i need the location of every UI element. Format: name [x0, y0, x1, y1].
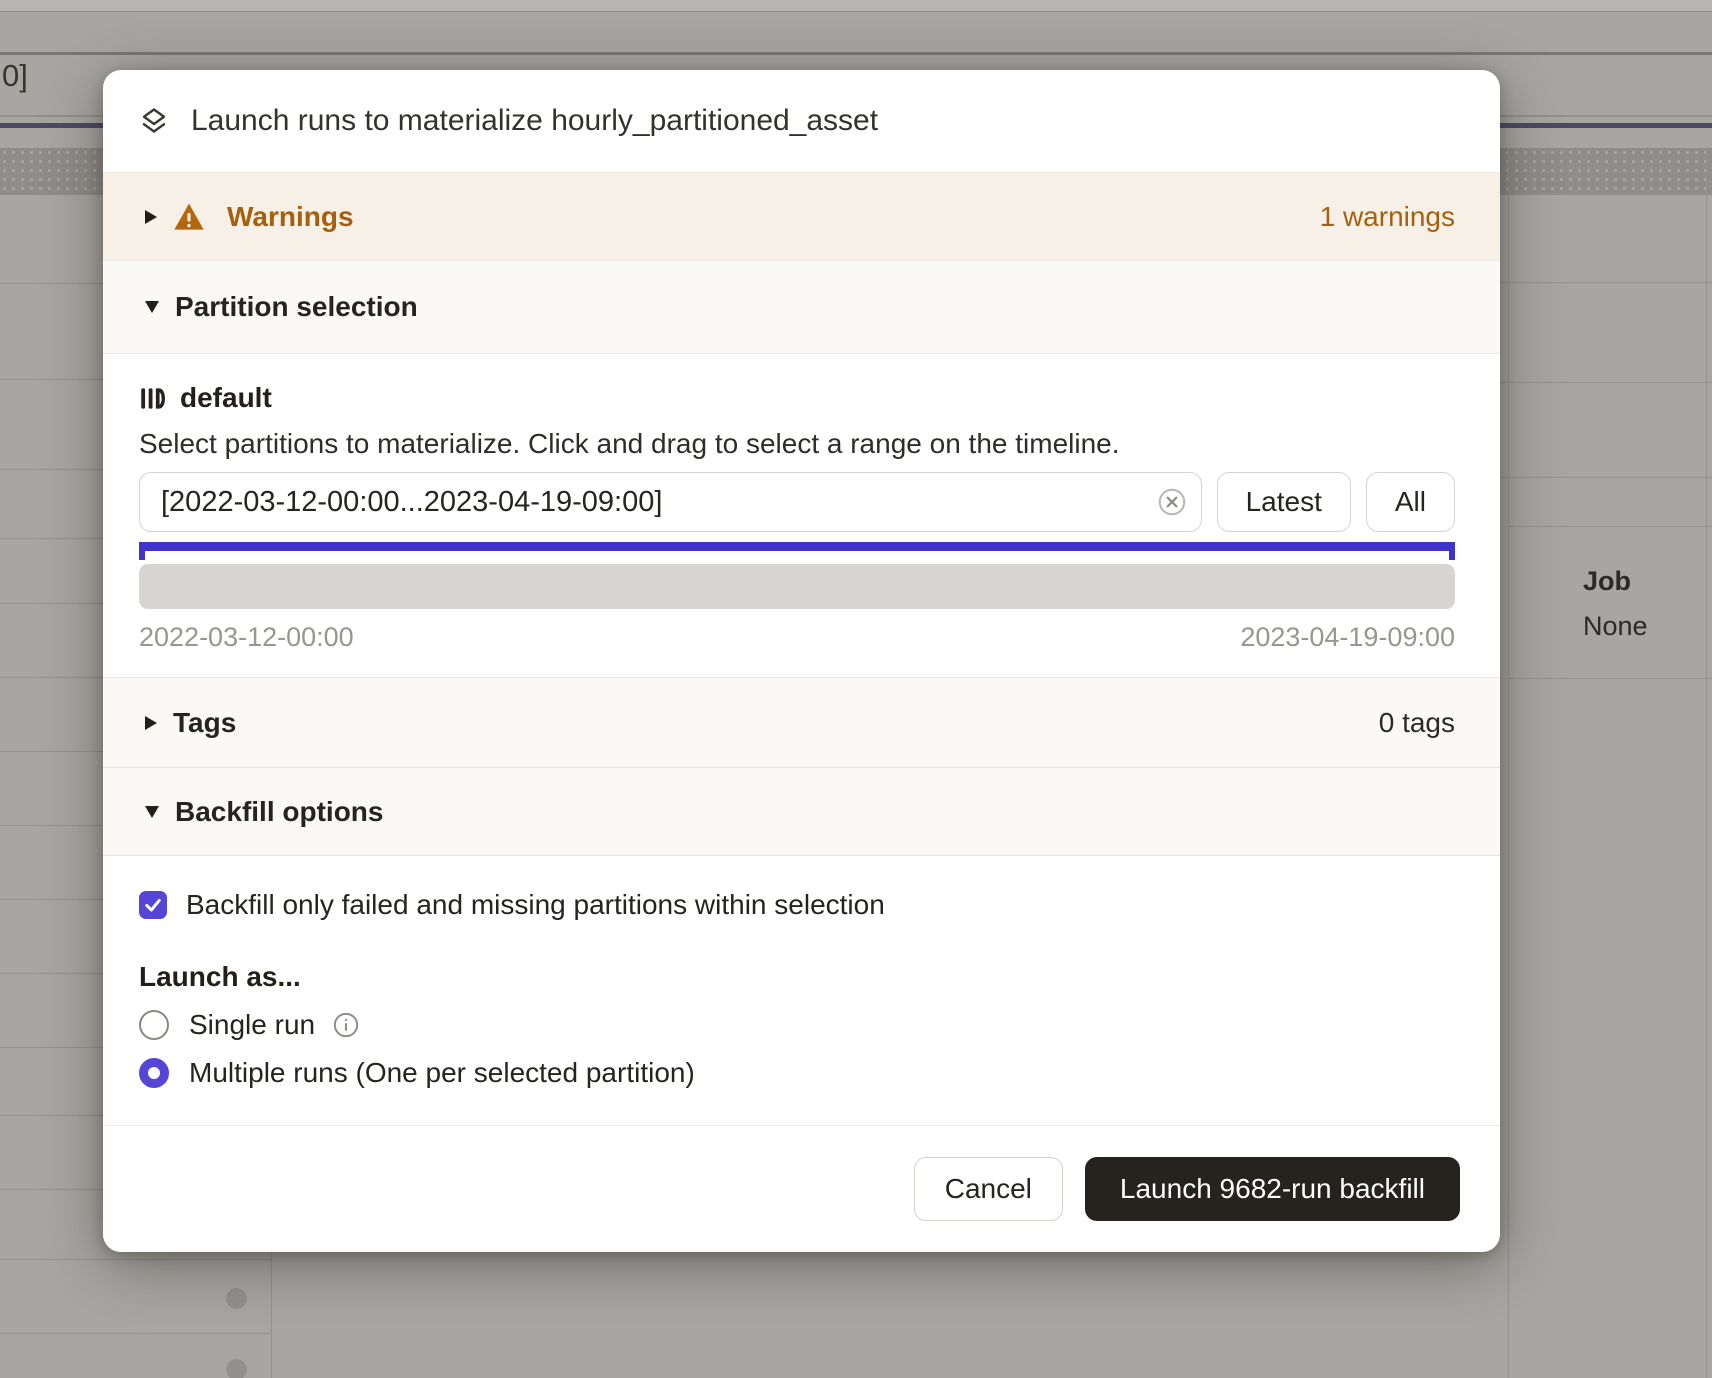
bg-row-line	[0, 751, 103, 752]
bg-column-divider	[271, 1252, 272, 1378]
bg-row-line	[0, 1115, 103, 1116]
bg-row-line	[0, 1259, 271, 1260]
bg-row-line	[1500, 477, 1712, 478]
checkbox-checked-icon[interactable]	[139, 891, 167, 919]
bg-status-dot	[226, 1288, 247, 1309]
radio-selected-icon[interactable]	[139, 1058, 169, 1088]
bg-column-divider	[1508, 148, 1509, 1378]
warnings-label: Warnings	[227, 201, 354, 233]
bg-status-dot	[226, 1359, 247, 1378]
screen: 0] Job None Launch runs	[0, 0, 1712, 1378]
partition-timeline[interactable]	[139, 564, 1455, 609]
bg-row-line	[0, 1189, 103, 1190]
bg-row-line	[1500, 282, 1712, 283]
bg-row-line	[1508, 678, 1712, 679]
partition-input-row: Latest All	[139, 472, 1455, 532]
dialog-footer: Cancel Launch 9682-run backfill	[103, 1125, 1500, 1252]
bg-column-divider	[1706, 148, 1707, 1378]
bg-job-column-header: Job	[1583, 566, 1631, 597]
bg-job-column-value: None	[1583, 611, 1648, 642]
bg-top-strip	[0, 0, 1712, 12]
single-run-label: Single run	[189, 1009, 315, 1041]
bg-row-line	[0, 379, 103, 380]
partition-icon	[139, 385, 166, 412]
warnings-section-header[interactable]: Warnings 1 warnings	[103, 172, 1500, 260]
backfill-checkbox-label: Backfill only failed and missing partiti…	[186, 889, 885, 921]
dialog-header: Launch runs to materialize hourly_partit…	[103, 70, 1500, 172]
partition-range-input[interactable]	[139, 472, 1202, 532]
clear-selection-icon[interactable]	[1158, 488, 1186, 516]
range-start-label: 2022-03-12-00:00	[139, 622, 354, 653]
bg-row-line	[1508, 526, 1712, 527]
partition-range-input-wrap	[139, 472, 1202, 532]
bg-row-line	[0, 283, 103, 284]
bg-divider	[0, 52, 1712, 55]
tags-count: 0 tags	[1379, 707, 1455, 739]
bg-row-line	[0, 603, 103, 604]
chevron-down-icon[interactable]	[145, 806, 159, 818]
backfill-options-label: Backfill options	[175, 796, 383, 828]
partition-selection-body: default Select partitions to materialize…	[103, 353, 1500, 677]
bg-row-line	[0, 1333, 271, 1334]
partition-selection-label: Partition selection	[175, 291, 418, 323]
backfill-options-body: Backfill only failed and missing partiti…	[103, 855, 1500, 1125]
partition-dimension-row: default	[139, 382, 1455, 414]
latest-button[interactable]: Latest	[1217, 472, 1351, 532]
chevron-right-icon[interactable]	[145, 210, 157, 224]
bg-row-line	[1500, 193, 1712, 194]
launch-as-label: Launch as...	[139, 961, 1455, 993]
partition-selection-description: Select partitions to materialize. Click …	[139, 428, 1455, 460]
materialize-layers-icon	[139, 106, 169, 136]
bg-row-line	[0, 1047, 103, 1048]
warning-triangle-icon	[173, 202, 205, 232]
tags-label: Tags	[173, 707, 236, 739]
bg-row-line	[1500, 382, 1712, 383]
single-run-radio-row[interactable]: Single run	[139, 1009, 1455, 1041]
all-button[interactable]: All	[1366, 472, 1455, 532]
chevron-right-icon[interactable]	[145, 716, 157, 730]
launch-backfill-dialog: Launch runs to materialize hourly_partit…	[103, 70, 1500, 1252]
selection-range-bracket	[139, 542, 1455, 560]
launch-backfill-button[interactable]: Launch 9682-run backfill	[1085, 1157, 1460, 1221]
timeline-range-labels: 2022-03-12-00:00 2023-04-19-09:00	[139, 622, 1455, 653]
partition-selection-section-header[interactable]: Partition selection	[103, 260, 1500, 353]
dialog-title: Launch runs to materialize hourly_partit…	[191, 104, 878, 138]
partition-dimension-name: default	[180, 382, 272, 414]
warnings-count: 1 warnings	[1320, 201, 1455, 233]
radio-unselected-icon[interactable]	[139, 1010, 169, 1040]
bg-row-line	[0, 469, 103, 470]
tags-section-header[interactable]: Tags 0 tags	[103, 677, 1500, 767]
bg-row-line	[0, 538, 103, 539]
backfill-options-section-header[interactable]: Backfill options	[103, 767, 1500, 855]
bg-row-line	[0, 973, 103, 974]
bg-row-line	[0, 899, 103, 900]
backfill-only-failed-checkbox-row[interactable]: Backfill only failed and missing partiti…	[139, 889, 1455, 921]
bg-row-line	[0, 677, 103, 678]
bg-row-line	[0, 825, 103, 826]
bg-partial-input-text: 0]	[2, 58, 28, 94]
chevron-down-icon[interactable]	[145, 301, 159, 313]
info-icon[interactable]	[333, 1012, 359, 1038]
cancel-button[interactable]: Cancel	[914, 1157, 1063, 1221]
range-end-label: 2023-04-19-09:00	[1240, 622, 1455, 653]
multiple-runs-label: Multiple runs (One per selected partitio…	[189, 1057, 695, 1089]
multiple-runs-radio-row[interactable]: Multiple runs (One per selected partitio…	[139, 1057, 1455, 1089]
